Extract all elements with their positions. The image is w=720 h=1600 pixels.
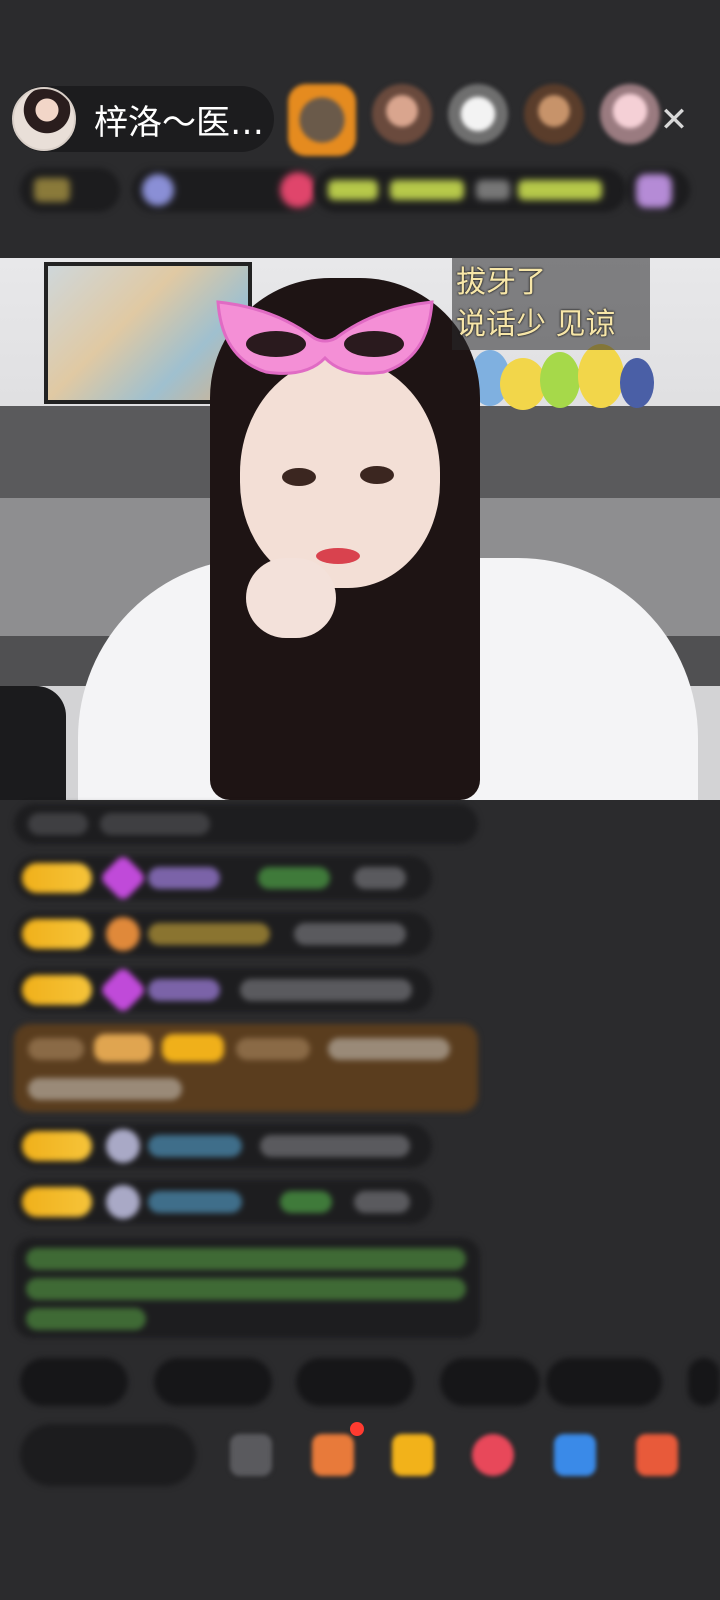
vip-badge <box>94 1034 152 1062</box>
pink-mask-sticker <box>216 300 434 375</box>
chat-input[interactable] <box>20 1424 196 1486</box>
chat-text <box>28 813 88 835</box>
chat-text <box>294 923 406 945</box>
username <box>148 1191 242 1213</box>
streamer-eye <box>282 468 316 486</box>
chat-text <box>28 1078 182 1100</box>
fans-icon <box>142 174 174 206</box>
quick-reply-pill[interactable] <box>296 1358 414 1406</box>
plush-toy <box>578 344 624 408</box>
notice-text <box>26 1278 466 1300</box>
quick-reply-row <box>20 1358 720 1408</box>
chat-text <box>260 1135 410 1157</box>
chat-text <box>354 1191 410 1213</box>
system-notice <box>14 1238 480 1338</box>
username <box>148 923 270 945</box>
quick-reply-pill[interactable] <box>154 1358 272 1406</box>
gift-icon[interactable] <box>392 1434 434 1476</box>
chat-message[interactable] <box>14 1180 432 1224</box>
microphone <box>0 686 66 800</box>
gem-icon <box>98 853 148 903</box>
tag-label <box>518 180 602 200</box>
viewer-avatar[interactable] <box>448 84 508 144</box>
close-icon[interactable]: ✕ <box>654 100 694 140</box>
gift-box-icon[interactable] <box>312 1434 354 1476</box>
level-badge <box>22 1187 92 1217</box>
quick-reply-pill[interactable] <box>440 1358 540 1406</box>
chat-text <box>354 867 406 889</box>
notice-text <box>26 1308 146 1330</box>
stream-caption: 拔牙了 说话少 见谅 <box>452 258 650 350</box>
viewer-avatar[interactable] <box>372 84 432 144</box>
level-badge <box>162 1034 224 1062</box>
chat-text <box>100 813 210 835</box>
username <box>148 1135 242 1157</box>
quick-reply-pill[interactable] <box>546 1358 662 1406</box>
username <box>148 867 220 889</box>
info-chip[interactable] <box>132 168 318 212</box>
streamer-lips <box>316 548 360 564</box>
heart-icon <box>280 172 316 208</box>
stream-info-row <box>20 168 690 218</box>
bottom-action-bar <box>0 1420 720 1490</box>
info-chip[interactable] <box>314 168 626 212</box>
username <box>236 1038 310 1060</box>
top-viewers-list <box>288 84 660 156</box>
chat-message[interactable] <box>14 912 432 956</box>
level-badge <box>22 975 92 1005</box>
plush-toy <box>620 358 654 408</box>
tag-label <box>476 180 510 200</box>
rank-icon <box>34 178 70 202</box>
chat-text <box>240 979 412 1001</box>
game-icon[interactable] <box>554 1434 596 1476</box>
chat-text <box>28 1038 84 1060</box>
quick-reply-pill[interactable] <box>688 1358 720 1406</box>
gem-icon <box>98 965 148 1015</box>
streamer-eye <box>360 466 394 484</box>
emoji-icon[interactable] <box>230 1434 272 1476</box>
quick-reply-pill[interactable] <box>20 1358 128 1406</box>
level-badge <box>22 863 92 893</box>
viewer-avatar[interactable] <box>600 84 660 144</box>
notice-text <box>26 1248 466 1270</box>
level-badge <box>22 1131 92 1161</box>
streamer-hand <box>246 558 336 638</box>
viewer-avatar[interactable] <box>524 84 584 144</box>
chat-message[interactable] <box>14 1124 432 1168</box>
caption-line: 拔牙了 <box>456 265 546 300</box>
chat-message[interactable] <box>14 853 432 903</box>
tag-label <box>390 180 464 200</box>
notification-dot <box>350 1422 364 1436</box>
host-info-pill[interactable]: 梓洛～医… <box>12 86 274 152</box>
chat-message[interactable] <box>14 965 432 1015</box>
caption-line: 说话少 见谅 <box>456 307 616 342</box>
host-name: 梓洛～医… <box>94 102 264 143</box>
viewer-avatar[interactable] <box>288 84 356 156</box>
tag-label <box>328 180 378 200</box>
host-avatar[interactable] <box>12 87 76 151</box>
plush-toy <box>500 358 546 410</box>
live-video[interactable]: 拔牙了 说话少 见谅 <box>0 258 720 800</box>
info-chip[interactable] <box>20 168 120 212</box>
vip-chat-message[interactable] <box>14 1024 478 1112</box>
fan-medal-icon <box>106 1129 140 1163</box>
chat-message[interactable] <box>14 804 478 844</box>
level-badge <box>22 919 92 949</box>
fan-medal-icon <box>106 1185 140 1219</box>
username <box>148 979 220 1001</box>
activity-icon <box>636 174 672 208</box>
chat-text <box>328 1038 450 1060</box>
chat-text <box>258 867 330 889</box>
info-chip[interactable] <box>626 168 690 212</box>
fan-medal-icon <box>106 917 140 951</box>
chat-text <box>280 1191 332 1213</box>
plush-toy <box>540 352 580 408</box>
more-icon[interactable] <box>636 1434 678 1476</box>
fan-club-icon[interactable] <box>472 1434 514 1476</box>
